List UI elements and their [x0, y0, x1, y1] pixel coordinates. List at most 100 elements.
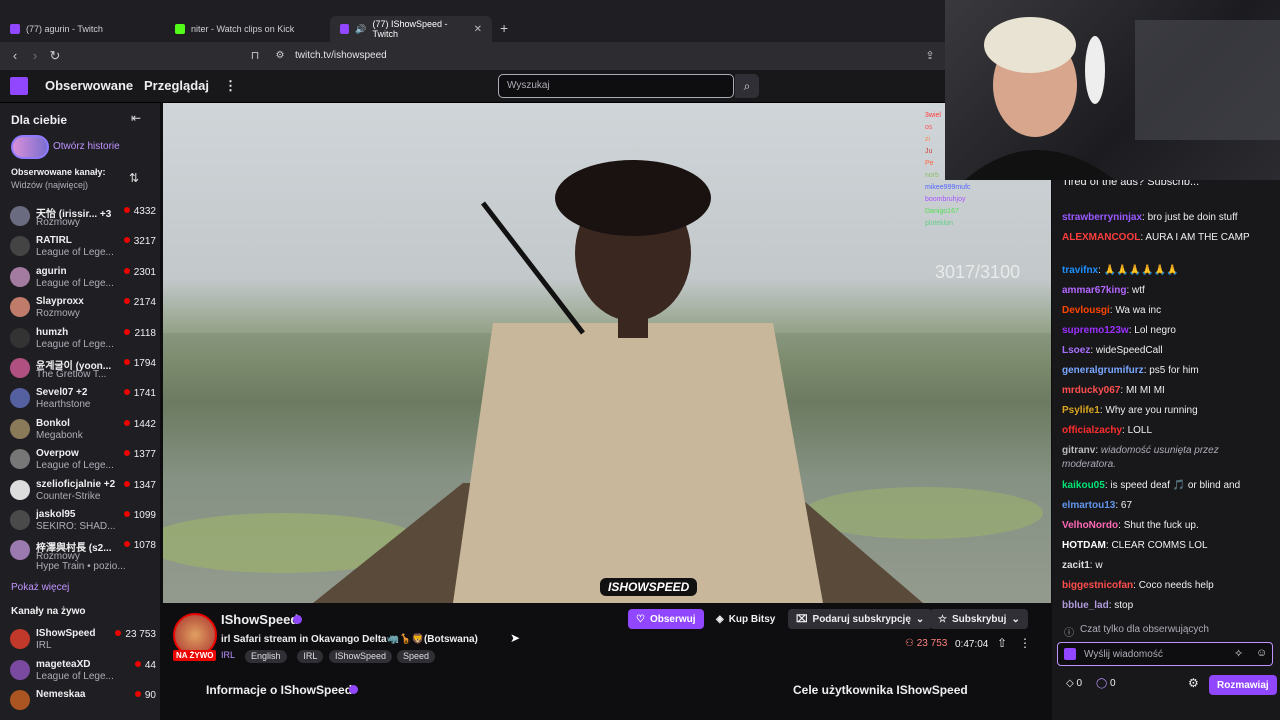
chat-username[interactable]: Devlousgi	[1062, 305, 1110, 316]
chat-username[interactable]: elmartou13	[1062, 500, 1115, 511]
chat-text: Why are you running	[1105, 405, 1198, 416]
uptime: 0:47:04	[955, 639, 989, 650]
stream-tag[interactable]: IRL	[297, 650, 324, 663]
chat-username[interactable]: zacit1	[1062, 560, 1090, 571]
site-settings-icon[interactable]: ⚙	[270, 46, 290, 66]
sidebar-channel[interactable]: humzh League of Lege... 2118	[10, 326, 156, 356]
live-channel[interactable]: Nemeskaa 90	[10, 688, 156, 718]
chat-username[interactable]: kaikou05	[1062, 480, 1105, 491]
close-tab-icon[interactable]: ✕	[474, 24, 482, 35]
chat-username[interactable]: Lsoez	[1062, 345, 1090, 356]
video-player[interactable]	[163, 103, 1051, 603]
chat-panel: Tired of the ads? Subscrib... strawberry…	[1052, 176, 1280, 720]
chat-text: CLEAR COMMS LOL	[1111, 540, 1208, 551]
sidebar-channel[interactable]: jaskol95 SEKIRO: SHAD... 1099	[10, 508, 156, 538]
emote-picker-icon[interactable]: ✧	[1234, 647, 1243, 660]
live-dot-icon	[123, 298, 130, 305]
bits-icon: ◈	[716, 613, 724, 625]
open-stories-link[interactable]: Otwórz historie	[53, 141, 120, 152]
browser-tab-kick[interactable]: niter - Watch clips on Kick	[165, 16, 330, 42]
search-input[interactable]: Wyszukaj	[498, 74, 734, 98]
chat-username[interactable]: supremo123w	[1062, 325, 1129, 336]
forward-icon[interactable]: ›	[25, 46, 45, 66]
viewer-count: ⚇ 23 753	[905, 638, 947, 649]
chat-username[interactable]: biggestnicofan	[1062, 580, 1133, 591]
stream-category[interactable]: IRL	[221, 650, 235, 660]
chat-username[interactable]: Psylife1	[1062, 405, 1100, 416]
sidebar-channel[interactable]: 윤계굴이 (yoon... The Gretlow T... 1794	[10, 356, 156, 386]
more-menu-icon[interactable]: ⋮	[224, 78, 237, 94]
stories-avatars[interactable]	[11, 135, 49, 159]
share-icon[interactable]: ⇧	[997, 636, 1007, 650]
viewer-count-value: 2174	[133, 297, 156, 309]
url-field[interactable]: twitch.tv/ishowspeed	[295, 50, 387, 61]
sidebar-channel[interactable]: Slayproxx Rozmowy 2174	[10, 295, 156, 325]
chat-username[interactable]: mrducky067	[1062, 385, 1120, 396]
stream-tag[interactable]: IShowSpeed	[329, 650, 393, 663]
chat-username[interactable]: HOTDAM	[1062, 540, 1106, 551]
sidebar-channel[interactable]: Bonkol Megabonk 1442	[10, 417, 156, 447]
chat-username[interactable]: officialzachy	[1062, 425, 1122, 436]
show-more-link[interactable]: Pokaż więcej	[11, 582, 69, 593]
sidebar-channel[interactable]: 天怡 (irissir... +3 Rozmowy 4332	[10, 204, 156, 234]
sort-icon[interactable]: ⇅	[129, 171, 139, 185]
sidebar-channel[interactable]: agurin League of Lege... 2301	[10, 265, 156, 295]
nav-following[interactable]: Obserwowane	[45, 78, 133, 93]
collapse-sidebar-icon[interactable]: ⇤	[131, 111, 141, 125]
sidebar-channel[interactable]: Sevel07 +2 Hearthstone 1741	[10, 386, 156, 416]
chat-input[interactable]: Wyślij wiadomość ✧ ☺	[1057, 642, 1273, 666]
follow-button[interactable]: ♡ Obserwuj	[628, 609, 704, 629]
new-tab-button[interactable]: +	[500, 20, 508, 36]
verified-icon	[293, 615, 302, 624]
chat-username[interactable]: generalgrumifurz	[1062, 365, 1144, 376]
get-bits-button[interactable]: ◈ Kup Bitsy	[708, 609, 783, 629]
twitch-logo-icon[interactable]	[10, 77, 28, 95]
bookmark-icon[interactable]: ⊓	[245, 46, 265, 66]
channel-viewers: 2118	[124, 328, 156, 339]
streamer-name[interactable]: IShowSpeed	[221, 612, 298, 627]
back-icon[interactable]: ‹	[5, 46, 25, 66]
live-channel[interactable]: IShowSpeed IRL 23 753	[10, 627, 156, 657]
channel-name: mageteaXD	[36, 658, 91, 670]
webcam-frame	[965, 17, 1280, 180]
stream-tag[interactable]: English	[245, 650, 287, 663]
viewers-icon: ⚇	[905, 638, 914, 649]
chat-send-button[interactable]: Rozmawiaj	[1209, 675, 1277, 695]
emoji-icon[interactable]: ☺	[1256, 647, 1267, 659]
reload-icon[interactable]: ↻	[45, 46, 65, 66]
chat-username[interactable]: VelhoNordo	[1062, 520, 1118, 531]
verified-icon	[349, 685, 358, 694]
chat-username[interactable]: gitranv	[1062, 445, 1095, 456]
browser-tab-ishowspeed[interactable]: 🔊 (77) IShowSpeed - Twitch ✕	[330, 16, 492, 42]
channel-points[interactable]: ◯ 0	[1096, 678, 1116, 689]
bits-balance[interactable]: ◇ 0	[1066, 678, 1082, 689]
sidebar-channel[interactable]: RATIRL League of Lege... 3217	[10, 234, 156, 264]
sidebar-channel[interactable]: szelioficjalnie +2 Counter-Strike 1347	[10, 478, 156, 508]
channel-name: humzh	[36, 326, 69, 338]
live-channel[interactable]: mageteaXD League of Lege... 44	[10, 658, 156, 688]
chat-settings-icon[interactable]: ⚙	[1188, 676, 1199, 690]
chat-message: supremo123w: Lol negro	[1062, 325, 1176, 336]
subscribe-button[interactable]: ☆ Subskrybuj ⌄	[930, 609, 1028, 629]
stream-tag[interactable]: Speed	[397, 650, 436, 663]
gift-sub-button[interactable]: ⌧ Podaruj subskrypcję ⌄	[788, 609, 933, 629]
more-options-icon[interactable]: ⋮	[1019, 636, 1031, 650]
channel-avatar	[10, 266, 30, 287]
viewer-count-value: 23 753	[125, 629, 156, 640]
viewer-count-value: 1377	[133, 449, 156, 461]
channel-name: szelioficjalnie +2	[36, 478, 116, 490]
chat-username[interactable]: strawberryninjax	[1062, 212, 1142, 223]
share-icon[interactable]: ⇪	[920, 46, 940, 66]
viewer-count-value: 1442	[133, 418, 156, 430]
chat-username[interactable]: bblue_lad	[1062, 600, 1109, 611]
chat-text: LOLL	[1127, 425, 1153, 436]
heart-icon: ♡	[636, 613, 645, 625]
chat-username[interactable]: travifnx	[1062, 265, 1098, 276]
kick-favicon-icon	[175, 24, 185, 34]
nav-browse[interactable]: Przeglądaj	[144, 78, 209, 93]
chat-username[interactable]: ammar67king	[1062, 285, 1126, 296]
browser-tab-agurin[interactable]: (77) agurin - Twitch	[0, 16, 165, 42]
sidebar-channel[interactable]: Overpow League of Lege... 1377	[10, 447, 156, 477]
search-icon[interactable]: ⌕	[735, 74, 759, 98]
chat-username[interactable]: ALEXMANCOOL	[1062, 232, 1140, 243]
